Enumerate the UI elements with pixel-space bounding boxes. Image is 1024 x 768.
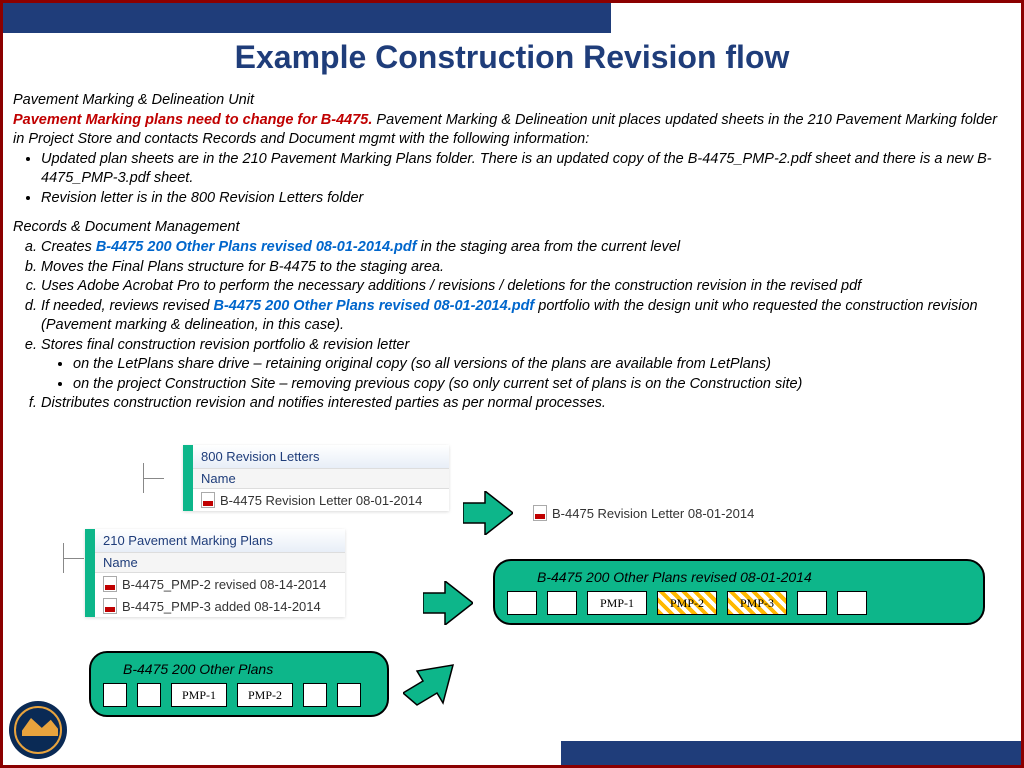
folder-2-file-2: B-4475_PMP-3 added 08-14-2014 xyxy=(122,599,321,614)
section-1-intro: Pavement Marking plans need to change fo… xyxy=(13,111,1011,150)
tab-pmp-1: PMP-1 xyxy=(171,683,227,707)
step-f: Distributes construction revision and no… xyxy=(41,394,1011,414)
slide: Example Construction Revision flow Pavem… xyxy=(0,0,1024,768)
tab-pmp-3-added: PMP-3 xyxy=(727,591,787,615)
sub-e2: on the project Construction Site – remov… xyxy=(73,375,1011,395)
folder-2-file-1: B-4475_PMP-2 revised 08-14-2014 xyxy=(122,577,327,592)
folder-2-file-row-1: B-4475_PMP-2 revised 08-14-2014 xyxy=(95,573,345,595)
body-content: Pavement Marking & Delineation Unit Pave… xyxy=(13,85,1011,414)
pdf-icon xyxy=(201,492,215,508)
arrow-3 xyxy=(403,663,457,713)
tab-pmp-2: PMP-2 xyxy=(237,683,293,707)
tree-connector-1 xyxy=(143,463,144,493)
folder-2-file-row-2: B-4475_PMP-3 added 08-14-2014 xyxy=(95,595,345,617)
original-plans-tabs: PMP-1 PMP-2 xyxy=(103,683,375,707)
tree-connector-2 xyxy=(63,543,64,573)
sub-e1: on the LetPlans share drive – retaining … xyxy=(73,355,1011,375)
floating-file-name: B-4475 Revision Letter 08-01-2014 xyxy=(552,506,754,521)
section-2-heading: Records & Document Management xyxy=(13,218,1011,238)
folder-1-file-row: B-4475 Revision Letter 08-01-2014 xyxy=(193,489,449,511)
tab-blank xyxy=(103,683,127,707)
step-d: If needed, reviews revised B-4475 200 Ot… xyxy=(41,297,1011,336)
revised-plans-label: B-4475 200 Other Plans revised 08-01-201… xyxy=(537,569,971,585)
step-a-post: in the staging area from the current lev… xyxy=(417,239,681,255)
lettered-steps: Creates B-4475 200 Other Plans revised 0… xyxy=(41,238,1011,355)
section-1-heading: Pavement Marking & Delineation Unit xyxy=(13,91,1011,111)
header-bar xyxy=(3,3,611,33)
emphasis-change: Pavement Marking plans need to change fo… xyxy=(13,112,372,128)
arrow-2 xyxy=(423,581,473,625)
tab-blank xyxy=(507,591,537,615)
arrow-1 xyxy=(463,491,513,535)
original-plans-portfolio: B-4475 200 Other Plans PMP-1 PMP-2 xyxy=(89,651,389,717)
folder-1-file-name: B-4475 Revision Letter 08-01-2014 xyxy=(220,493,422,508)
tab-blank xyxy=(797,591,827,615)
tab-blank xyxy=(137,683,161,707)
folder-800-revision-letters: 800 Revision Letters Name B-4475 Revisio… xyxy=(183,445,449,511)
step-e: Stores final construction revision portf… xyxy=(41,336,1011,356)
pdf-link-2: B-4475 200 Other Plans revised 08-01-201… xyxy=(213,298,534,314)
step-c: Uses Adobe Acrobat Pro to perform the ne… xyxy=(41,277,1011,297)
step-d-pre: If needed, reviews revised xyxy=(41,298,213,314)
folder-2-title: 210 Pavement Marking Plans xyxy=(95,529,345,552)
original-plans-label: B-4475 200 Other Plans xyxy=(123,661,375,677)
bullet-list-1: Updated plan sheets are in the 210 Pavem… xyxy=(41,150,1011,209)
lettered-steps-cont: Distributes construction revision and no… xyxy=(41,394,1011,414)
folder-210-pavement-marking: 210 Pavement Marking Plans Name B-4475_P… xyxy=(85,529,345,617)
tab-blank xyxy=(547,591,577,615)
pdf-link-1: B-4475 200 Other Plans revised 08-01-201… xyxy=(96,239,417,255)
slide-title: Example Construction Revision flow xyxy=(3,39,1021,76)
pdf-icon xyxy=(103,576,117,592)
footer-bar xyxy=(561,741,1021,765)
step-a-pre: Creates xyxy=(41,239,96,255)
revised-plans-tabs: PMP-1 PMP-2 PMP-3 xyxy=(507,591,971,615)
folder-1-title: 800 Revision Letters xyxy=(193,445,449,468)
bullet-1: Updated plan sheets are in the 210 Pavem… xyxy=(41,150,1011,189)
pdf-icon xyxy=(533,505,547,521)
floating-revision-letter: B-4475 Revision Letter 08-01-2014 xyxy=(533,505,754,521)
pdf-icon xyxy=(103,598,117,614)
tab-pmp-1: PMP-1 xyxy=(587,591,647,615)
folder-1-name-col: Name xyxy=(193,468,449,489)
tab-blank xyxy=(337,683,361,707)
step-b: Moves the Final Plans structure for B-44… xyxy=(41,258,1011,278)
tab-blank xyxy=(303,683,327,707)
folder-2-name-col: Name xyxy=(95,552,345,573)
tab-pmp-2-revised: PMP-2 xyxy=(657,591,717,615)
agency-logo xyxy=(9,701,67,759)
step-a: Creates B-4475 200 Other Plans revised 0… xyxy=(41,238,1011,258)
bullet-2: Revision letter is in the 800 Revision L… xyxy=(41,189,1011,209)
revised-plans-portfolio: B-4475 200 Other Plans revised 08-01-201… xyxy=(493,559,985,625)
sub-bullets-e: on the LetPlans share drive – retaining … xyxy=(73,355,1011,394)
tab-blank xyxy=(837,591,867,615)
